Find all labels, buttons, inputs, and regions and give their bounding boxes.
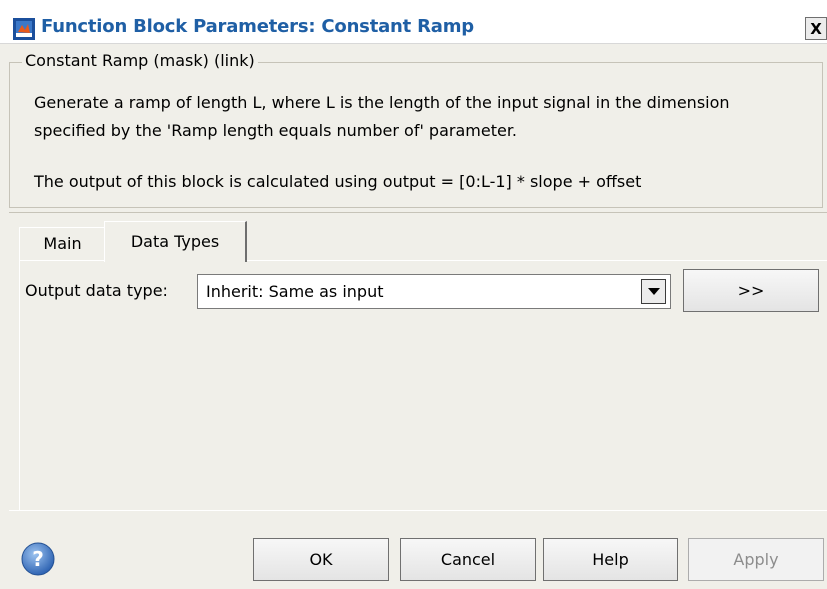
- chevron-down-icon[interactable]: [641, 279, 666, 304]
- data-type-assistant-button[interactable]: >>: [683, 269, 819, 312]
- ok-button[interactable]: OK: [253, 538, 389, 581]
- help-button[interactable]: Help: [543, 538, 678, 581]
- window-title: Function Block Parameters: Constant Ramp: [41, 16, 474, 37]
- question-icon[interactable]: ?: [21, 542, 55, 576]
- group-title: Constant Ramp (mask) (link): [22, 51, 258, 70]
- footer-divider: [9, 510, 827, 511]
- close-button[interactable]: X: [805, 17, 827, 40]
- section-divider: [9, 212, 827, 213]
- simulink-block-icon: [13, 18, 35, 40]
- tab-data-types[interactable]: Data Types: [104, 221, 247, 262]
- description-line-3: The output of this block is calculated u…: [34, 172, 642, 191]
- apply-button[interactable]: Apply: [688, 538, 824, 581]
- title-bar: Function Block Parameters: Constant Ramp…: [0, 0, 827, 44]
- description-line-1: Generate a ramp of length L, where L is …: [34, 93, 730, 112]
- tab-main[interactable]: Main: [19, 227, 105, 260]
- output-data-type-select[interactable]: Inherit: Same as input: [197, 274, 671, 309]
- description-line-2: specified by the 'Ramp length equals num…: [34, 121, 518, 140]
- output-data-type-label: Output data type:: [25, 281, 168, 300]
- output-data-type-value: Inherit: Same as input: [206, 282, 384, 301]
- cancel-button[interactable]: Cancel: [400, 538, 536, 581]
- svg-text:?: ?: [32, 547, 44, 571]
